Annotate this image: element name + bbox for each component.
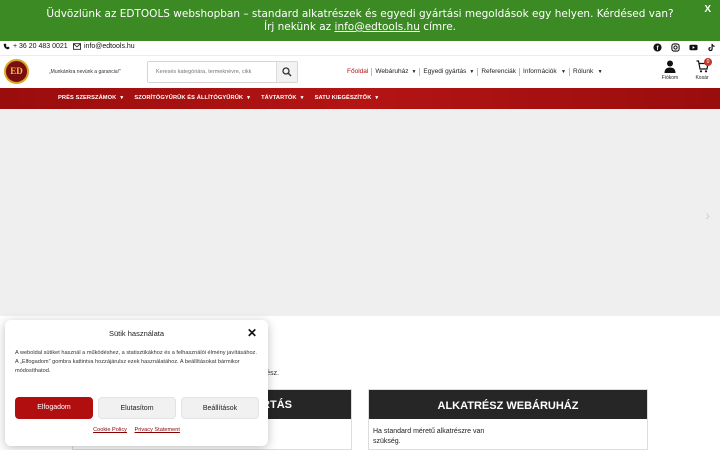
deny-cookies-button[interactable]: Elutasítom <box>98 397 176 419</box>
nav-about[interactable]: Rólunk ▼ <box>570 68 606 76</box>
account-link[interactable]: Fiókom <box>659 60 681 81</box>
nav-references[interactable]: Referenciák <box>478 68 521 76</box>
search-icon <box>282 67 292 77</box>
search-button[interactable] <box>276 62 297 82</box>
nav-home[interactable]: Főoldal <box>347 68 373 76</box>
nav-about-label: Rólunk <box>573 68 594 75</box>
edtools-logo[interactable]: ED <box>4 59 29 84</box>
category-list: PRÉS SZERSZÁMOK ▾ SZORÍTÓGYŰRŰK ÉS ÁLLÍTÓ… <box>58 95 378 101</box>
main-navigation: Főoldal Webáruház ▼ Egyedi gyártás ▼ Refer… <box>347 68 606 76</box>
category-rings[interactable]: SZORÍTÓGYŰRŰK ÉS ÁLLÍTÓGYŰRŰK ▾ <box>134 95 250 101</box>
chevron-down-icon: ▾ <box>120 95 124 101</box>
email-link[interactable]: info@edtools.hu <box>73 43 135 50</box>
search-box <box>147 61 298 83</box>
cookie-policy-link[interactable]: Cookie Policy <box>93 427 127 433</box>
cart-link[interactable]: 0 Kosár <box>692 58 712 81</box>
card-heading: ALKATRÉSZ WEBÁRUHÁZ <box>369 390 647 419</box>
cookie-links: Cookie Policy Privacy Statement <box>5 427 268 433</box>
chevron-down-icon: ▼ <box>469 69 475 75</box>
category-label: SZORÍTÓGYŰRŰK ÉS ÁLLÍTÓGYŰRŰK <box>134 95 244 101</box>
accept-cookies-button[interactable]: Elfogadom <box>15 397 93 419</box>
cookie-description: A weboldal sütiket használ a működéshez,… <box>15 350 257 374</box>
chevron-down-icon: ▼ <box>559 69 566 75</box>
close-icon[interactable]: ✕ <box>247 326 257 340</box>
youtube-icon[interactable] <box>689 43 698 52</box>
chevron-down-icon: ▼ <box>596 69 603 75</box>
card-body-text: Ha standard méretű alkatrészre van szüks… <box>373 428 485 445</box>
nav-custom-manufacturing[interactable]: Egyedi gyártás ▼ <box>420 68 479 76</box>
welcome-notice-bar: Üdvözlünk az EDTOOLS webshopban – standa… <box>0 0 720 41</box>
hero-slider: › <box>0 109 720 316</box>
welcome-notice-text: Üdvözlünk az EDTOOLS webshopban – standa… <box>40 8 680 34</box>
contact-bar: + 36 20 483 0021 info@edtools.hu f <box>0 41 720 55</box>
cookie-settings-button[interactable]: Beállítások <box>181 397 259 419</box>
notice-email-link[interactable]: info@edtools.hu <box>335 21 420 33</box>
cart-count-badge: 0 <box>704 58 712 66</box>
tiktok-icon[interactable] <box>707 43 716 52</box>
cookie-title: Sütik használata <box>108 329 165 338</box>
category-bar: PRÉS SZERSZÁMOK ▾ SZORÍTÓGYŰRŰK ÉS ÁLLÍTÓ… <box>0 88 720 109</box>
category-press-tools[interactable]: PRÉS SZERSZÁMOK ▾ <box>58 95 123 101</box>
category-label: PRÉS SZERSZÁMOK <box>58 95 117 101</box>
category-vise-accessories[interactable]: SATU KIEGÉSZÍTŐK ▾ <box>315 95 379 101</box>
nav-home-label: Főoldal <box>347 68 369 75</box>
nav-information-label: Információk <box>523 68 557 75</box>
slogan: „Munkánkra nevünk a garancia!” <box>49 69 121 75</box>
cart-label: Kosár <box>695 75 709 81</box>
nav-custom-label: Egyedi gyártás <box>423 68 467 75</box>
nav-references-label: Referenciák <box>481 68 517 75</box>
phone-icon <box>3 43 10 50</box>
nav-webshop[interactable]: Webáruház ▼ <box>372 68 421 76</box>
nav-webshop-label: Webáruház <box>375 68 409 75</box>
instagram-icon[interactable] <box>671 43 680 52</box>
notice-close-button[interactable]: X <box>704 4 711 15</box>
account-label: Fiókom <box>661 75 679 81</box>
user-icon <box>664 60 676 73</box>
chevron-right-icon[interactable]: › <box>705 207 710 223</box>
category-label: TÁVTARTÓK <box>261 95 297 101</box>
cookie-consent-modal: Sütik használata ✕ A weboldal sütiket ha… <box>5 320 268 446</box>
nav-information[interactable]: Információk ▼ <box>520 68 570 76</box>
category-spacers[interactable]: TÁVTARTÓK ▾ <box>261 95 304 101</box>
webshop-card[interactable]: ALKATRÉSZ WEBÁRUHÁZ Ha standard méretű a… <box>368 389 648 450</box>
site-header: ED „Munkánkra nevünk a garancia!” Főolda… <box>0 55 720 88</box>
chevron-down-icon: ▾ <box>300 95 304 101</box>
phone-number: + 36 20 483 0021 <box>13 43 68 50</box>
notice-suffix: címre. <box>423 21 457 33</box>
chevron-down-icon: ▾ <box>247 95 251 101</box>
privacy-statement-link[interactable]: Privacy Statement <box>135 427 180 433</box>
social-links: f <box>653 43 716 52</box>
facebook-icon[interactable]: f <box>653 43 662 52</box>
envelope-icon <box>73 43 81 50</box>
category-label: SATU KIEGÉSZÍTŐK <box>314 95 372 101</box>
search-input[interactable] <box>148 62 277 82</box>
chevron-down-icon: ▾ <box>375 95 379 101</box>
email-address: info@edtools.hu <box>84 43 135 50</box>
phone-link[interactable]: + 36 20 483 0021 <box>3 43 68 50</box>
chevron-down-icon: ▼ <box>411 69 417 75</box>
